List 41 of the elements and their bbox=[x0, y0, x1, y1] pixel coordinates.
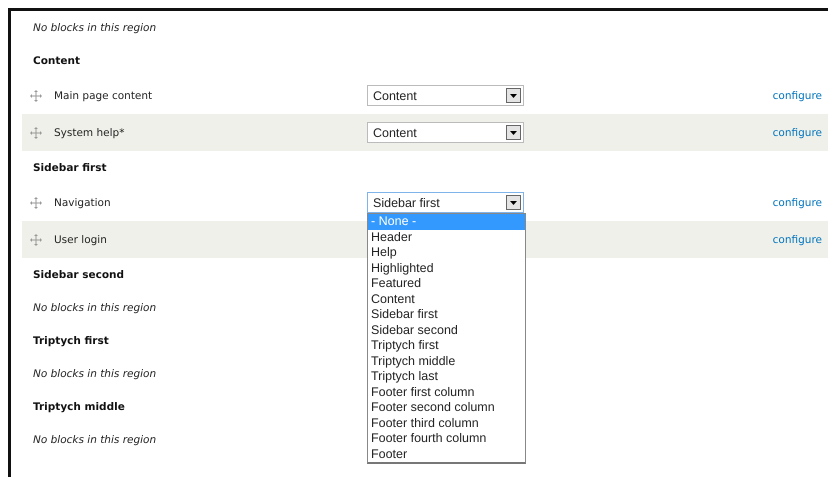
region-title: Triptych middle bbox=[32, 400, 125, 414]
dropdown-option[interactable]: Featured bbox=[368, 276, 525, 292]
region-title: Content bbox=[32, 54, 80, 68]
block-name: User login bbox=[54, 234, 108, 246]
dropdown-option[interactable]: Footer fourth column bbox=[368, 431, 525, 446]
caret-icon bbox=[506, 195, 521, 210]
drag-handle-icon[interactable] bbox=[30, 126, 42, 138]
dropdown-option[interactable]: Triptych middle bbox=[368, 354, 525, 369]
dropdown-option[interactable]: Sidebar second bbox=[368, 322, 525, 338]
dropdown-option[interactable]: Footer first column bbox=[368, 384, 525, 400]
configure-link[interactable]: configure bbox=[772, 196, 822, 208]
empty-region-text: No blocks in this region bbox=[32, 366, 156, 382]
configure-link[interactable]: configure bbox=[772, 234, 822, 246]
drag-handle-icon[interactable] bbox=[30, 234, 42, 246]
dropdown-option[interactable]: Footer third column bbox=[368, 416, 525, 431]
empty-region-text: No blocks in this region bbox=[32, 300, 156, 316]
region-title: Sidebar first bbox=[32, 160, 106, 176]
region-select[interactable]: Content bbox=[367, 122, 524, 143]
empty-region-text: No blocks in this region bbox=[32, 20, 156, 36]
dropdown-option[interactable]: Help bbox=[368, 245, 525, 260]
dropdown-option[interactable]: Triptych first bbox=[368, 338, 525, 354]
block-name: System help* bbox=[54, 126, 126, 138]
configure-link[interactable]: configure bbox=[772, 90, 822, 102]
region-title: Sidebar second bbox=[32, 268, 124, 282]
caret-icon bbox=[506, 125, 521, 140]
configure-link[interactable]: configure bbox=[772, 126, 822, 138]
dropdown-option[interactable]: Content bbox=[368, 292, 525, 307]
dropdown-option[interactable]: Header bbox=[368, 230, 525, 245]
dropdown-option[interactable]: Triptych last bbox=[368, 369, 525, 384]
drag-handle-icon[interactable] bbox=[30, 196, 42, 208]
block-name: Navigation bbox=[54, 196, 112, 208]
empty-region-text: No blocks in this region bbox=[32, 432, 156, 448]
dropdown-option[interactable]: Sidebar first bbox=[368, 307, 525, 322]
region-title: Triptych first bbox=[32, 334, 109, 348]
dropdown-option[interactable]: Footer second column bbox=[368, 400, 525, 416]
region-select[interactable]: Content bbox=[367, 85, 524, 106]
caret-icon bbox=[506, 88, 521, 103]
drag-handle-icon[interactable] bbox=[30, 90, 42, 102]
block-name: Main page content bbox=[54, 90, 154, 102]
dropdown-option[interactable]: Footer bbox=[368, 446, 525, 462]
dropdown-option[interactable]: Highlighted bbox=[368, 260, 525, 276]
